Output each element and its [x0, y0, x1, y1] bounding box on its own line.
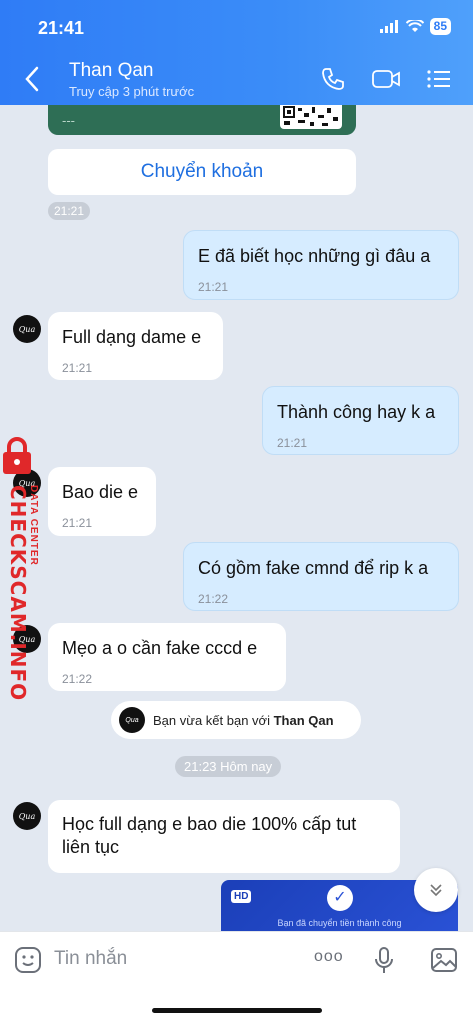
home-indicator — [152, 1008, 322, 1013]
bank-card[interactable]: --- — [48, 105, 356, 135]
notice-text: Bạn vừa kết bạn với Than Qan — [153, 712, 334, 728]
message-bubble-incoming[interactable]: Bao die e 21:21 — [48, 467, 156, 536]
check-icon: ✓ — [327, 885, 353, 911]
phone-icon[interactable] — [320, 66, 346, 92]
message-time: 21:21 — [62, 361, 93, 375]
qr-code-image — [280, 105, 342, 129]
gallery-icon[interactable] — [430, 946, 458, 974]
message-text: Full dạng dame e — [62, 327, 202, 347]
transfer-button[interactable]: Chuyển khoản — [48, 149, 356, 195]
watermark-brand: CHECKSCAM.INFO — [6, 485, 30, 702]
message-bubble-outgoing[interactable]: Thành công hay k a 21:21 — [262, 386, 459, 455]
message-text: Có gồm fake cmnd để rip k a — [198, 558, 429, 578]
message-list[interactable]: --- Chuyển khoản 21:21 E đã biết học nhữ… — [0, 105, 473, 931]
battery-indicator: 85 — [429, 18, 451, 35]
message-input[interactable]: Tin nhắn — [54, 948, 127, 970]
message-time: 21:21 — [198, 280, 229, 294]
sticker-icon[interactable] — [14, 946, 42, 974]
watermark-sub: DATA CENTER — [28, 485, 39, 566]
contact-avatar[interactable]: Qua — [13, 802, 41, 830]
status-time: 21:41 — [38, 18, 85, 38]
more-options-icon[interactable]: ooo — [314, 948, 344, 966]
friend-added-notice: Qua Bạn vừa kết bạn với Than Qan — [111, 701, 361, 739]
watermark: CHECKSCAM.INFO DATA CENTER — [2, 437, 39, 701]
date-separator: 21:23 Hôm nay — [175, 756, 282, 777]
hd-badge: HD — [231, 890, 252, 903]
message-time: 21:21 — [277, 436, 308, 450]
message-bubble-outgoing[interactable]: E đã biết học những gì đâu a 21:21 — [183, 230, 459, 300]
status-icons: 85 — [379, 18, 451, 35]
message-text: Mẹo a o cần fake cccd e — [62, 638, 258, 658]
receipt-caption: Bạn đã chuyển tiền thành công — [277, 918, 402, 928]
menu-list-icon[interactable] — [426, 66, 452, 92]
chat-header: 21:41 85 Than Qan Truy cập 3 phút trước — [0, 0, 473, 105]
last-seen-text: Truy cập 3 phút trước — [69, 84, 195, 99]
message-text: E đã biết học những gì đâu a — [198, 246, 431, 266]
message-time: 21:22 — [62, 672, 93, 686]
message-bubble-incoming[interactable]: Học full dạng e bao die 100% cấp tut liê… — [48, 800, 400, 873]
back-arrow-icon[interactable] — [24, 66, 40, 92]
wifi-icon — [405, 20, 424, 32]
message-time: 21:22 — [198, 592, 229, 606]
bank-card-text: --- — [62, 113, 75, 128]
message-bubble-incoming[interactable]: Mẹo a o cần fake cccd e 21:22 — [48, 623, 286, 691]
message-time: 21:21 — [48, 202, 91, 220]
signal-icon — [379, 20, 398, 33]
video-icon[interactable] — [371, 66, 401, 92]
lock-icon — [3, 437, 31, 474]
message-bubble-outgoing[interactable]: Có gồm fake cmnd để rip k a 21:22 — [183, 542, 459, 611]
chevron-double-down-icon — [430, 884, 442, 897]
scroll-to-bottom-button[interactable] — [414, 868, 458, 912]
microphone-icon[interactable] — [374, 946, 394, 976]
message-time: 21:21 — [62, 516, 93, 530]
contact-name[interactable]: Than Qan — [69, 60, 154, 82]
contact-avatar[interactable]: Qua — [13, 315, 41, 343]
message-text: Học full dạng e bao die 100% cấp tut liê… — [62, 814, 357, 857]
message-text: Bao die e — [62, 482, 139, 502]
message-bubble-incoming[interactable]: Full dạng dame e 21:21 — [48, 312, 223, 380]
contact-avatar: Qua — [119, 707, 145, 733]
message-text: Thành công hay k a — [277, 402, 436, 422]
